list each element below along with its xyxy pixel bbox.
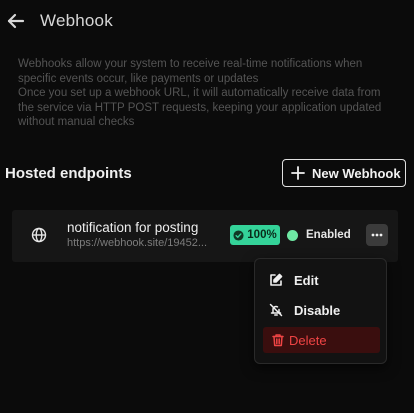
- menu-item-label: Edit: [294, 272, 319, 288]
- endpoint-name[interactable]: notification for posting: [67, 220, 198, 235]
- endpoint-card: notification for posting https://webhook…: [12, 210, 398, 262]
- edit-icon: [270, 273, 283, 286]
- endpoint-url: https://webhook.site/19452...: [67, 237, 208, 249]
- menu-item-edit[interactable]: Edit: [263, 267, 380, 293]
- description-line: without manual checks: [18, 116, 135, 128]
- back-button[interactable]: [6, 10, 26, 32]
- more-horizontal-icon: [371, 233, 383, 237]
- section-title: Hosted endpoints: [5, 165, 132, 182]
- globe-icon: [31, 227, 47, 243]
- description-line: Webhooks allow your system to receive re…: [18, 58, 363, 70]
- bell-off-icon: [269, 303, 283, 317]
- status-text: Enabled: [306, 229, 351, 241]
- new-webhook-button[interactable]: New Webhook: [282, 159, 406, 187]
- arrow-left-icon: [7, 13, 25, 29]
- page-title: Webhook: [40, 11, 113, 30]
- description-line: Once you set up a webhook URL, it will a…: [18, 87, 381, 99]
- success-rate-badge: 100%: [230, 225, 280, 245]
- new-webhook-label: New Webhook: [312, 165, 401, 181]
- description-line: the service via HTTP POST requests, keep…: [18, 101, 382, 114]
- menu-item-label: Delete: [289, 332, 327, 348]
- endpoint-actions-menu: Edit Disable Delete: [254, 258, 387, 364]
- status-dot: [287, 230, 298, 241]
- menu-item-disable[interactable]: Disable: [263, 297, 380, 323]
- check-circle-icon: [233, 229, 244, 241]
- trash-icon: [272, 334, 284, 347]
- more-options-button[interactable]: [366, 224, 388, 246]
- plus-icon: [291, 166, 305, 180]
- menu-item-label: Disable: [294, 302, 341, 318]
- page-header: Webhook: [0, 0, 414, 44]
- success-rate-value: 100%: [247, 229, 277, 241]
- webhook-description: Webhooks allow your system to receive re…: [18, 57, 403, 130]
- description-line: specific events occur, like payments or …: [18, 72, 259, 85]
- menu-item-delete[interactable]: Delete: [263, 327, 380, 353]
